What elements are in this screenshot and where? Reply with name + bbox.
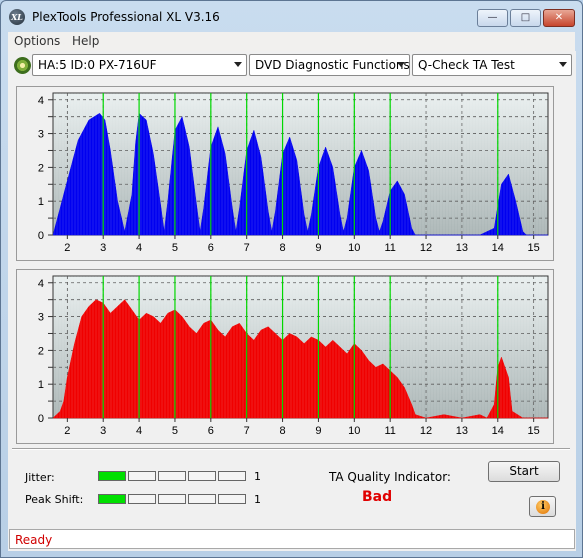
peak-shift-meter bbox=[98, 494, 248, 504]
disc-drive-icon bbox=[14, 57, 31, 74]
menu-options[interactable]: Options bbox=[14, 34, 60, 48]
status-text: Ready bbox=[15, 533, 53, 547]
meter-cell bbox=[158, 471, 186, 481]
jitter-label: Jitter: bbox=[25, 471, 55, 484]
chevron-down-icon bbox=[559, 62, 567, 67]
close-button[interactable]: ✕ bbox=[543, 9, 575, 27]
jitter-chart-svg: 012342 3 4 5 6 7 8 9 10 11 12 13 14 15 bbox=[38, 92, 549, 254]
window-title: PlexTools Professional XL V3.16 bbox=[32, 10, 220, 24]
x-tick-label: 13 bbox=[456, 425, 468, 437]
meter-cell bbox=[98, 494, 126, 504]
x-tick-label: 4 bbox=[136, 242, 142, 254]
x-tick-label: 5 bbox=[172, 425, 178, 437]
jitter-value: 1 bbox=[254, 470, 261, 483]
divider bbox=[12, 448, 570, 450]
x-tick-label: 8 bbox=[280, 425, 286, 437]
x-tick-label: 11 bbox=[384, 425, 395, 437]
test-select-value: Q-Check TA Test bbox=[418, 58, 515, 72]
drive-select-value: HA:5 ID:0 PX-716UF bbox=[38, 58, 157, 72]
x-tick-label: 14 bbox=[492, 242, 504, 254]
x-tick-label: 10 bbox=[348, 425, 360, 437]
jitter-chart: 0 1 2 3 4 2 3 4 5 6 7 8 9 10 11 12 13 14 15 bbox=[16, 86, 554, 261]
x-tick-label: 8 bbox=[280, 242, 286, 254]
drive-select[interactable]: HA:5 ID:0 PX-716UF bbox=[32, 54, 247, 76]
x-tick-label: 3 bbox=[100, 242, 106, 254]
y-tick-label: 4 bbox=[38, 278, 44, 290]
x-tick-label: 13 bbox=[456, 242, 468, 254]
jitter-meter bbox=[98, 471, 248, 481]
peak-shift-label: Peak Shift: bbox=[25, 493, 84, 506]
maximize-button[interactable]: □ bbox=[510, 9, 541, 27]
x-tick-label: 15 bbox=[528, 425, 540, 437]
app-logo-icon: XL bbox=[9, 9, 25, 25]
meter-cell bbox=[158, 494, 186, 504]
ta-quality-value: Bad bbox=[362, 489, 393, 505]
x-tick-label: 6 bbox=[208, 425, 214, 437]
title-bar[interactable]: XL PlexTools Professional XL V3.16 — □ ✕ bbox=[1, 1, 582, 31]
y-tick-label: 3 bbox=[38, 129, 44, 141]
x-tick-label: 9 bbox=[315, 425, 321, 437]
x-tick-label: 6 bbox=[208, 242, 214, 254]
x-tick-label: 11 bbox=[384, 242, 395, 254]
x-tick-label: 12 bbox=[420, 242, 432, 254]
peak-shift-chart-svg: 012342 3 4 5 6 7 8 9 10 11 12 13 14 15 bbox=[38, 275, 549, 437]
y-tick-label: 2 bbox=[38, 162, 44, 174]
chevron-down-icon bbox=[397, 62, 405, 67]
function-select-value: DVD Diagnostic Functions bbox=[255, 58, 410, 72]
meter-cell bbox=[128, 471, 156, 481]
peak-shift-chart: 0 1 2 3 4 2 3 4 5 6 7 8 9 10 11 12 13 14 15 bbox=[16, 269, 554, 444]
y-tick-label: 0 bbox=[38, 413, 44, 425]
chevron-down-icon bbox=[234, 62, 242, 67]
app-window: XL PlexTools Professional XL V3.16 — □ ✕… bbox=[0, 0, 583, 558]
info-icon: i bbox=[536, 500, 550, 514]
x-tick-label: 10 bbox=[348, 242, 360, 254]
ta-quality-label: TA Quality Indicator: bbox=[329, 470, 451, 484]
x-tick-label: 12 bbox=[420, 425, 432, 437]
meter-cell bbox=[98, 471, 126, 481]
minimize-button[interactable]: — bbox=[477, 9, 508, 27]
main-panel: HA:5 ID:0 PX-716UF DVD Diagnostic Functi… bbox=[8, 51, 576, 551]
start-button[interactable]: Start bbox=[488, 461, 560, 482]
function-select[interactable]: DVD Diagnostic Functions bbox=[249, 54, 410, 76]
y-tick-label: 3 bbox=[38, 312, 44, 324]
x-tick-label: 7 bbox=[244, 425, 250, 437]
menu-help[interactable]: Help bbox=[72, 34, 99, 48]
peak-shift-value: 1 bbox=[254, 493, 261, 506]
x-tick-label: 7 bbox=[244, 242, 250, 254]
meter-cell bbox=[188, 471, 216, 481]
y-tick-label: 1 bbox=[38, 379, 44, 391]
x-tick-label: 9 bbox=[315, 242, 321, 254]
meter-cell bbox=[188, 494, 216, 504]
x-tick-label: 3 bbox=[100, 425, 106, 437]
x-tick-label: 2 bbox=[64, 425, 70, 437]
y-tick-label: 1 bbox=[38, 196, 44, 208]
x-tick-label: 4 bbox=[136, 425, 142, 437]
meter-cell bbox=[218, 471, 246, 481]
y-tick-label: 4 bbox=[38, 95, 44, 107]
x-tick-label: 15 bbox=[528, 242, 540, 254]
menu-bar: Options Help bbox=[8, 32, 575, 51]
x-tick-label: 2 bbox=[64, 242, 70, 254]
x-tick-label: 5 bbox=[172, 242, 178, 254]
x-tick-label: 14 bbox=[492, 425, 504, 437]
y-tick-label: 0 bbox=[38, 230, 44, 242]
meter-cell bbox=[218, 494, 246, 504]
test-select[interactable]: Q-Check TA Test bbox=[412, 54, 572, 76]
status-bar: Ready bbox=[9, 529, 575, 549]
meter-cell bbox=[128, 494, 156, 504]
y-tick-label: 2 bbox=[38, 345, 44, 357]
info-button[interactable]: i bbox=[529, 496, 556, 517]
